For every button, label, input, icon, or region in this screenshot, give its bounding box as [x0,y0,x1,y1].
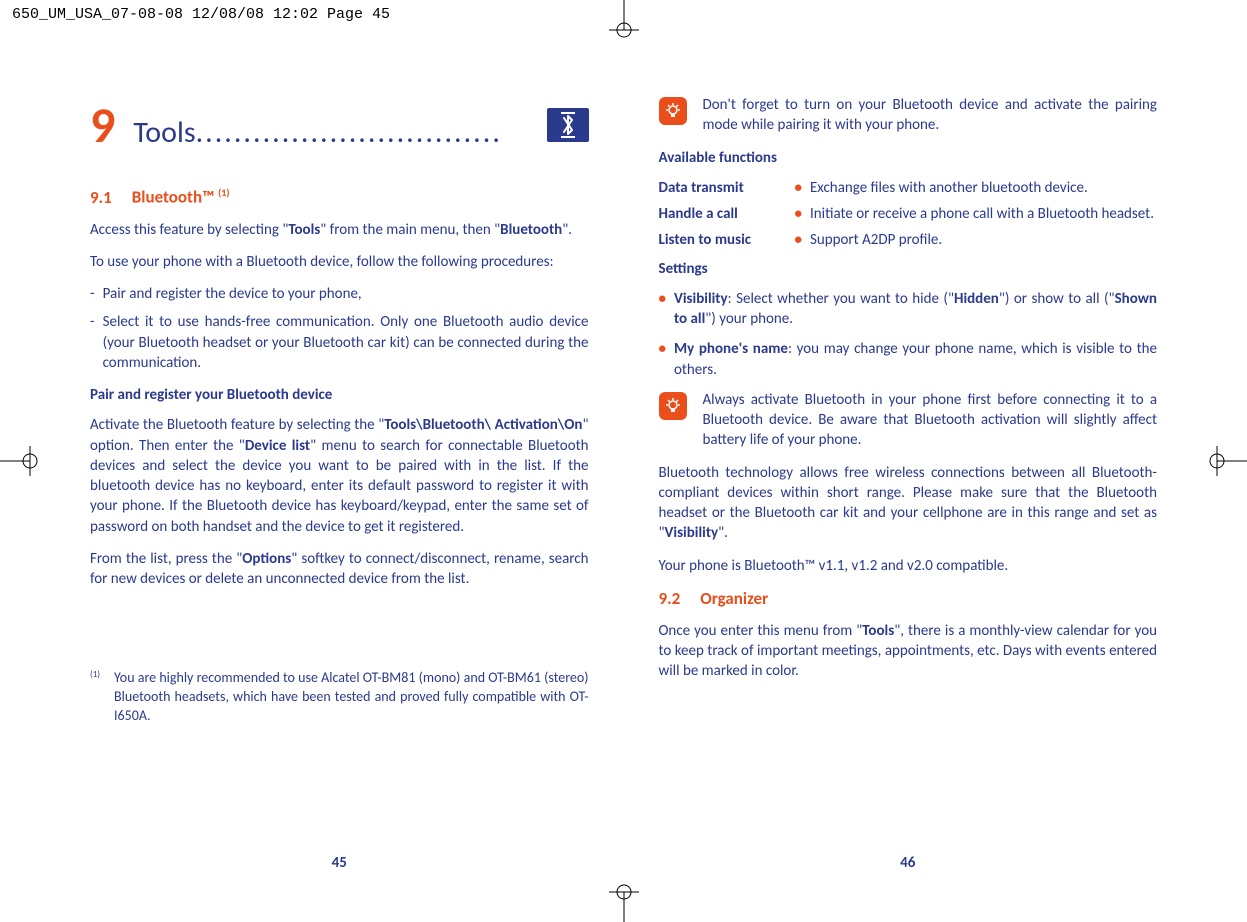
section-number: 9.2 [659,588,681,609]
text-bold: My phone's name [674,340,788,358]
text-bold: Visibility [674,290,728,308]
settings-item: • Visibility: Select whether you want to… [659,289,1158,330]
bullet-icon: • [659,289,666,330]
text-bold: Tools [288,221,320,239]
page-right: Don't forget to turn on your Bluetooth d… [659,95,1158,872]
print-header: 650_UM_USA_07-08-08 12/08/08 12:02 Page … [12,6,390,23]
tip-box-2: Always activate Bluetooth in your phone … [659,390,1158,451]
dash-bullet: - [90,312,95,373]
text: Access this feature by selecting " [90,221,288,239]
bluetooth-icon [547,108,589,142]
list-text: Pair and register the device to your pho… [103,284,362,304]
footnote: (1) You are highly recommended to use Al… [90,669,589,726]
text-bold: Hidden [954,290,999,308]
procedure-list: - Pair and register the device to your p… [90,284,589,373]
page-spread: 9 Tools................................ … [90,95,1157,872]
text: ") or show to all (" [999,290,1115,308]
settings-text: Visibility: Select whether you want to h… [674,289,1157,330]
text-bold: Options [242,550,291,568]
function-row: Handle a call • Initiate or receive a ph… [659,204,1158,224]
section-title-text: Bluetooth™ [132,187,218,208]
lightbulb-icon [659,392,687,420]
chapter-number: 9 [90,95,115,156]
tip-text: Don't forget to turn on your Bluetooth d… [703,95,1158,136]
text-bold: Device list [245,437,310,455]
footnote-mark: (1) [90,669,100,726]
settings-item: • My phone's name: you may change your p… [659,339,1158,380]
lightbulb-icon [659,97,687,125]
text: ". [562,221,572,239]
crop-mark-bottom [604,882,644,922]
text: : Select whether you want to hide (" [728,290,954,308]
text: ". [718,524,728,542]
list-text: Select it to use hands-free communicatio… [103,312,589,373]
bullet-icon: • [795,230,802,250]
section-title: Bluetooth™ (1) [132,186,230,208]
function-label: Handle a call [659,204,787,224]
text-bold: Bluetooth [500,221,562,239]
function-label: Data transmit [659,178,787,198]
para-procedures: To use your phone with a Bluetooth devic… [90,252,589,272]
section-9-1-heading: 9.1 Bluetooth™ (1) [90,186,589,208]
subheading-settings: Settings [659,259,1158,279]
text: From the list, press the " [90,550,242,568]
para-bt-compat: Your phone is Bluetooth™ v1.1, v1.2 and … [659,556,1158,576]
text: Activate the Bluetooth feature by select… [90,416,384,434]
para-options: From the list, press the "Options" softk… [90,549,589,590]
bullet-icon: • [795,204,802,224]
dash-bullet: - [90,284,95,304]
section-number: 9.1 [90,187,112,208]
function-label: Listen to music [659,230,787,250]
chapter-heading: 9 Tools................................ [90,95,589,156]
text-bold: Visibility [665,524,719,542]
text: ") your phone. [705,310,793,328]
chapter-title: Tools................................ [133,114,528,151]
page-number-left: 45 [90,854,589,872]
text: Once you enter this menu from " [659,622,863,640]
section-9-2-heading: 9.2 Organizer [659,588,1158,609]
para-activate: Activate the Bluetooth feature by select… [90,415,589,537]
list-item: - Select it to use hands-free communicat… [90,312,589,373]
function-row: Data transmit • Exchange files with anot… [659,178,1158,198]
text: Bluetooth technology allows free wireles… [659,464,1158,543]
function-desc: Initiate or receive a phone call with a … [810,204,1157,224]
settings-text: My phone's name: you may change your pho… [674,339,1157,380]
section-superscript: (1) [218,186,229,199]
para-bt-tech: Bluetooth technology allows free wireles… [659,463,1158,544]
subheading-available: Available functions [659,148,1158,168]
text-bold: Tools [862,622,894,640]
tip-text: Always activate Bluetooth in your phone … [703,390,1158,451]
tip-box-1: Don't forget to turn on your Bluetooth d… [659,95,1158,136]
bullet-icon: • [795,178,802,198]
subheading-pair: Pair and register your Bluetooth device [90,385,589,405]
function-desc: Exchange files with another bluetooth de… [810,178,1157,198]
para-access: Access this feature by selecting "Tools"… [90,220,589,240]
page-number-right: 46 [659,854,1158,872]
bullet-icon: • [659,339,666,380]
function-desc: Support A2DP profile. [810,230,1157,250]
text-bold: Tools\Bluetooth\ Activation\On [384,416,582,434]
text: " from the main menu, then " [320,221,500,239]
page-left: 9 Tools................................ … [90,95,589,872]
footnote-text: You are highly recommended to use Alcate… [114,669,588,726]
chapter-title-text: Tools [133,114,195,151]
function-row: Listen to music • Support A2DP profile. [659,230,1158,250]
chapter-dots: ................................ [196,114,502,151]
section-title: Organizer [700,588,768,609]
crop-mark-top [604,0,644,40]
list-item: - Pair and register the device to your p… [90,284,589,304]
crop-mark-left [0,441,40,481]
crop-mark-right [1207,441,1247,481]
para-organizer: Once you enter this menu from "Tools", t… [659,621,1158,682]
